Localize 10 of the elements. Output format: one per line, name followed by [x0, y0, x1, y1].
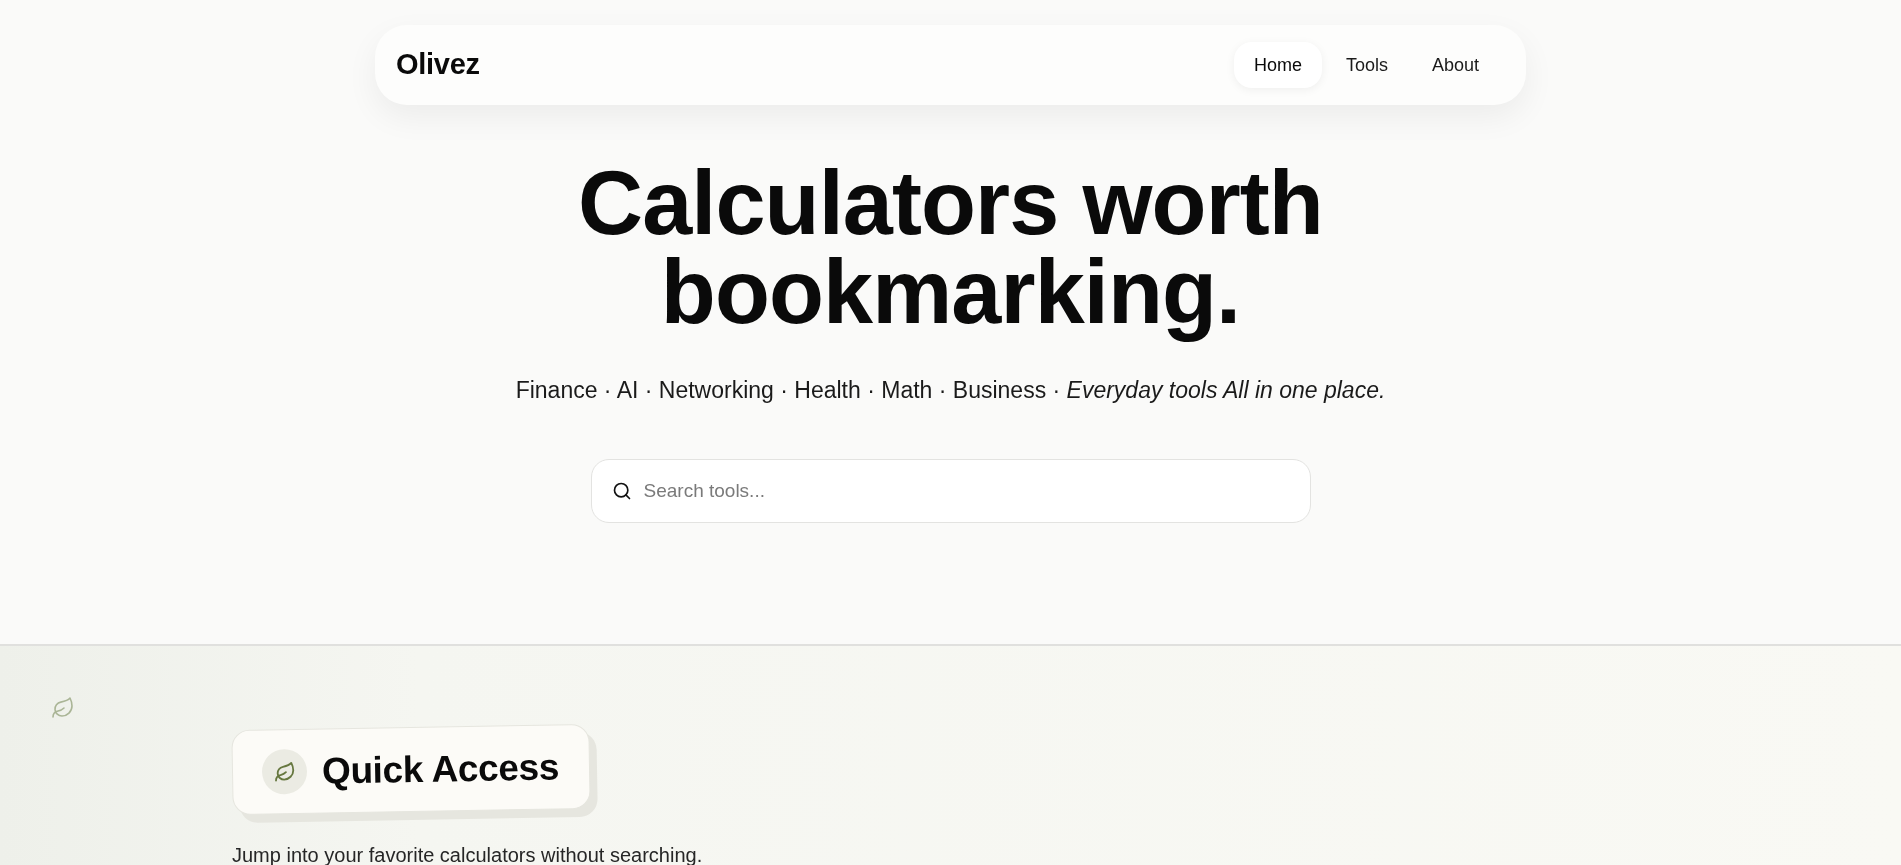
page-heading: Calculators worth bookmarking.	[577, 152, 1324, 344]
leaf-icon	[51, 696, 75, 720]
nav-link[interactable]: About	[1411, 42, 1499, 88]
nav-link[interactable]: Tools	[1325, 42, 1408, 88]
section-title: Quick Access	[321, 744, 560, 794]
nav-link[interactable]: Home	[1233, 42, 1322, 88]
search-field[interactable]: Search tools...	[590, 459, 1311, 523]
search-icon	[611, 481, 632, 501]
site-logo[interactable]: Olivez	[396, 43, 480, 87]
subtitle: Finance · AI · Networking · Health · Math · Business · Everyday tools All in one place.	[515, 376, 1386, 405]
